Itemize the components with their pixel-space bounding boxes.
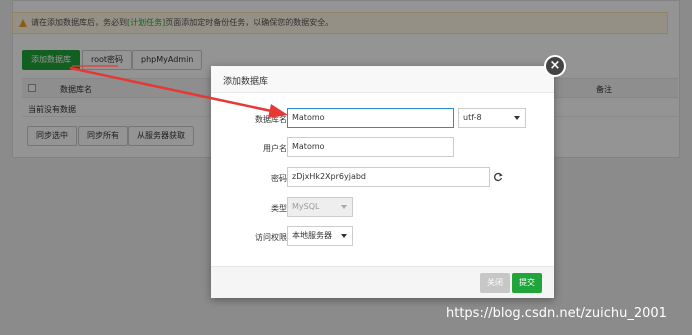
type-label: 类型 [271,204,287,213]
close-icon[interactable]: × [544,55,566,77]
password-input[interactable]: zDjxHk2Xpr6yjabd [287,167,490,187]
submit-button[interactable]: 提交 [512,273,542,293]
dialog-title: 添加数据库 [223,77,269,87]
chevron-down-icon [514,116,520,120]
charset-select[interactable]: utf-8 [458,108,526,128]
dialog-footer: 关闭 提交 [211,266,554,298]
refresh-icon[interactable] [493,172,503,182]
charset-value: utf-8 [463,113,482,122]
close-button[interactable]: 关闭 [480,273,510,293]
access-value: 本地服务器 [292,231,332,240]
watermark: https://blog.csdn.net/zuichu_2001 [446,306,667,321]
username-label: 用户名 [263,144,287,153]
dbname-input[interactable]: Matomo [287,108,454,128]
dbname-label: 数据库名 [255,115,287,124]
chevron-down-icon [341,205,347,209]
type-value: MySQL [292,202,320,211]
password-label: 密码 [271,174,287,183]
dialog-header: 添加数据库 [211,66,554,93]
chevron-down-icon [341,234,347,238]
access-label: 访问权限 [255,233,287,242]
add-database-dialog: 添加数据库 × 数据库名 Matomo utf-8 用户名 Matomo 密码 … [211,55,566,298]
type-select: MySQL [287,197,353,217]
access-select[interactable]: 本地服务器 [287,226,353,246]
username-input[interactable]: Matomo [287,137,454,157]
